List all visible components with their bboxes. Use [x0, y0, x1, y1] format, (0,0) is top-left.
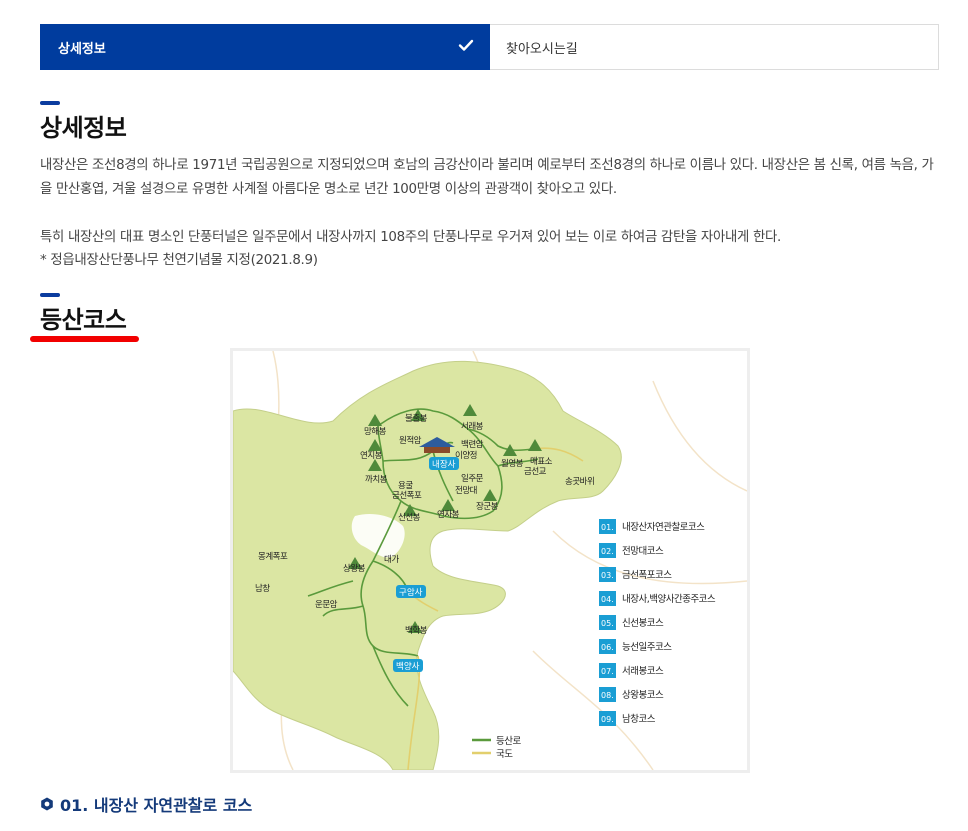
svg-text:04.: 04.	[601, 595, 614, 604]
label-sinseon: 신선봉	[398, 513, 421, 523]
course-01-heading: 01. 내장산 자연관찰로 코스	[40, 792, 252, 816]
label-yonggul: 용굴	[398, 481, 413, 491]
label-woryeong: 월영봉	[501, 458, 524, 469]
detail-paragraph-3: * 정읍내장산단풍나무 천연기념물 지정(2021.8.9)	[40, 253, 318, 268]
svg-text:03.: 03.	[601, 571, 614, 580]
road-legend-label: 국도	[496, 749, 513, 760]
svg-text:02.: 02.	[601, 547, 614, 556]
label-manghae: 망해봉	[364, 426, 387, 437]
tab-directions-label: 찾아오시는길	[506, 41, 578, 57]
legend-item-06: 06. 능선일주코스	[599, 639, 673, 654]
legend-item-03: 03. 금선폭포코스	[599, 567, 673, 582]
tag-naejangsa: 내장사	[432, 459, 456, 470]
label-yeonji: 연지봉	[360, 451, 383, 461]
label-yeonja: 연자봉	[437, 510, 460, 520]
course-01-heading-text: 01. 내장산 자연관찰로 코스	[60, 796, 253, 815]
detail-tabs: 상세정보 찾아오시는길	[40, 24, 939, 70]
svg-text:신선봉코스: 신선봉코스	[622, 618, 664, 629]
legend-item-09: 09. 남창코스	[599, 711, 656, 726]
label-bulchul: 불출봉	[405, 413, 428, 424]
label-geumseon: 금선폭포	[392, 491, 422, 501]
label-jeonmang: 전망대	[455, 485, 477, 496]
svg-text:능선일주코스: 능선일주코스	[622, 642, 672, 653]
label-kkachi: 까치봉	[365, 475, 388, 485]
tab-detail-info[interactable]: 상세정보	[40, 24, 490, 70]
detail-paragraph-1: 내장산은 조선8경의 하나로 1971년 국립공원으로 지정되었으며 호남의 금…	[40, 158, 934, 197]
label-geumseongyo: 금선교	[524, 467, 547, 477]
legend-item-01: 01. 내장산자연관찰로코스	[599, 519, 706, 534]
svg-text:01.: 01.	[601, 523, 614, 532]
legend-item-07: 07. 서래봉코스	[599, 663, 664, 678]
check-icon	[458, 39, 474, 51]
detail-section-title: 상세정보	[40, 101, 127, 143]
label-songgot: 송곳바위	[565, 476, 594, 487]
hiking-course-map: 내장사 구암사 백양사 불출봉 서래봉 망해봉 원적암 백련암 연지봉 이양정 …	[230, 348, 750, 773]
title-accent-bar	[40, 101, 60, 105]
svg-text:상왕봉코스: 상왕봉코스	[622, 690, 664, 701]
label-janggun: 장군봉	[476, 501, 499, 512]
label-baekhak: 백학봉	[405, 625, 428, 636]
tag-gugamsa: 구암사	[399, 587, 423, 598]
detail-paragraph-2: 특히 내장산의 대표 명소인 단풍터널은 일주문에서 내장사까지 108주의 단…	[40, 230, 781, 245]
svg-text:전망대코스: 전망대코스	[622, 546, 664, 557]
label-ilju: 일주문	[461, 474, 484, 484]
label-baengnyeon: 백련암	[461, 439, 484, 450]
trail-legend-label: 등산로	[496, 736, 521, 747]
svg-text:금선폭포코스: 금선폭포코스	[622, 570, 672, 581]
tab-directions[interactable]: 찾아오시는길	[490, 25, 938, 69]
legend-item-02: 02. 전망대코스	[599, 543, 664, 558]
title-underline-highlight	[30, 336, 139, 342]
svg-text:서래봉코스: 서래봉코스	[622, 666, 664, 677]
legend-item-08: 08. 상왕봉코스	[599, 687, 664, 702]
course-section-title: 등산코스	[40, 293, 127, 335]
svg-text:06.: 06.	[601, 643, 614, 652]
label-daega: 대가	[384, 555, 399, 565]
svg-text:07.: 07.	[601, 667, 614, 676]
course-title-text: 등산코스	[40, 306, 127, 334]
label-wonjeok: 원적암	[399, 435, 422, 446]
map-svg: 내장사 구암사 백양사 불출봉 서래봉 망해봉 원적암 백련암 연지봉 이양정 …	[233, 351, 747, 770]
tab-detail-info-label: 상세정보	[58, 41, 106, 57]
title-accent-bar	[40, 293, 60, 297]
label-namchang: 남창	[255, 584, 270, 594]
legend-item-05: 05. 신선봉코스	[599, 615, 664, 630]
svg-text:05.: 05.	[601, 619, 614, 628]
tag-baegyangsa: 백양사	[396, 661, 420, 672]
label-sangwang: 상왕봉	[343, 563, 366, 574]
label-unmun: 운문암	[315, 599, 338, 610]
svg-text:내장사,백양사간종주코스: 내장사,백양사간종주코스	[622, 594, 716, 605]
svg-text:09.: 09.	[601, 715, 614, 724]
label-seorae: 서래봉	[461, 422, 484, 432]
svg-text:남창코스: 남창코스	[622, 714, 656, 725]
detail-title-text: 상세정보	[40, 114, 127, 142]
label-maepyoso: 매표소	[530, 457, 553, 467]
label-iyangjeong: 이양정	[455, 450, 477, 461]
label-mongye: 몽계폭포	[258, 551, 288, 562]
hexagon-bullet-icon	[41, 797, 53, 811]
svg-text:08.: 08.	[601, 691, 614, 700]
svg-text:내장산자연관찰로코스: 내장산자연관찰로코스	[622, 522, 705, 533]
